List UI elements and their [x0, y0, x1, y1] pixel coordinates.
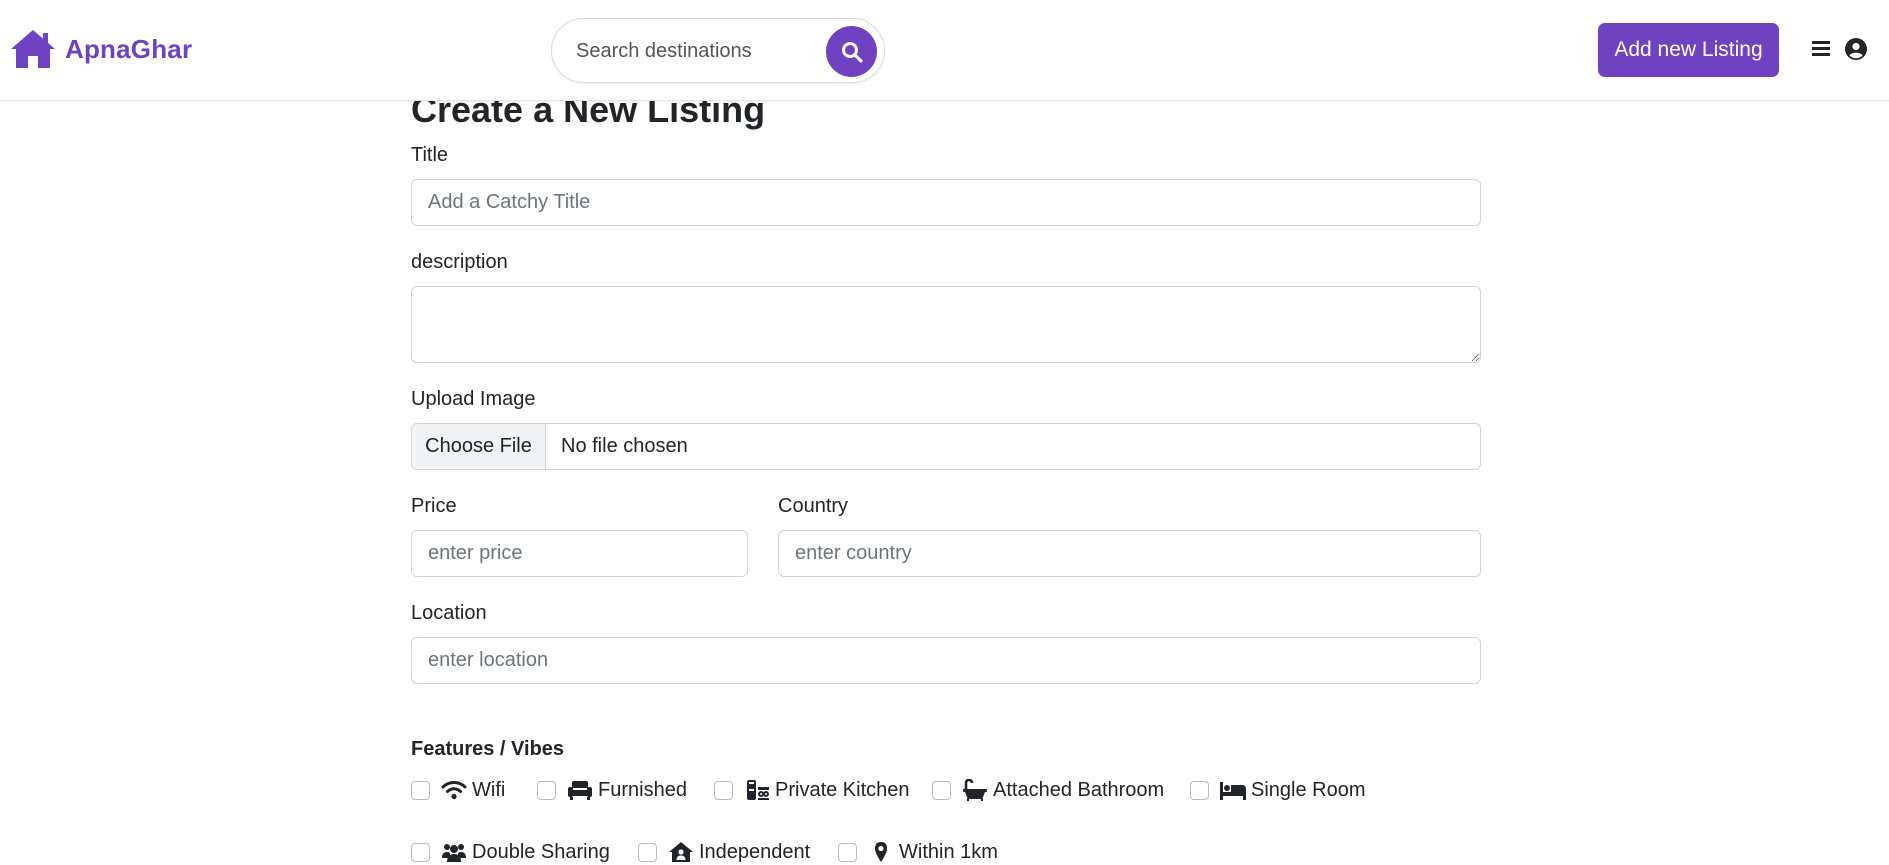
location-input[interactable] — [411, 637, 1481, 684]
house-icon — [11, 30, 55, 68]
wifi-checkbox[interactable] — [411, 780, 430, 800]
feature-independent[interactable]: Independent — [638, 839, 810, 865]
hamburger-menu-icon[interactable] — [1812, 40, 1830, 57]
feature-within-1km[interactable]: Within 1km — [838, 839, 998, 865]
feature-furnished[interactable]: Furnished — [537, 777, 687, 803]
location-label: Location — [411, 602, 487, 624]
file-status: No file chosen — [561, 435, 688, 457]
search-input[interactable] — [576, 33, 806, 69]
search-button[interactable] — [826, 26, 877, 77]
brand-link[interactable]: ApnaGhar — [10, 28, 192, 70]
independent-checkbox[interactable] — [638, 842, 657, 862]
upload-image-label: Upload Image — [411, 388, 536, 410]
bath-icon — [963, 779, 987, 801]
price-label: Price — [411, 495, 457, 517]
feature-attached-bathroom[interactable]: Attached Bathroom — [932, 777, 1164, 803]
feature-private-kitchen[interactable]: Private Kitchen — [714, 777, 910, 803]
within-1km-checkbox[interactable] — [838, 842, 857, 862]
navbar: ApnaGhar Add new Listing — [0, 0, 1889, 101]
title-input[interactable] — [411, 179, 1481, 226]
add-new-listing-button[interactable]: Add new Listing — [1598, 23, 1779, 77]
feature-single-room[interactable]: Single Room — [1190, 777, 1366, 803]
feature-label: Single Room — [1251, 778, 1366, 801]
title-label: Title — [411, 144, 449, 166]
feature-label: Wifi — [472, 778, 506, 801]
furnished-checkbox[interactable] — [537, 780, 556, 800]
single-room-checkbox[interactable] — [1190, 780, 1209, 800]
couch-icon — [568, 781, 592, 800]
private-kitchen-checkbox[interactable] — [714, 780, 733, 800]
search-bar — [551, 18, 885, 83]
bed-icon — [1220, 782, 1246, 800]
feature-wifi[interactable]: Wifi — [411, 777, 505, 803]
features-heading: Features / Vibes — [411, 738, 565, 760]
description-textarea[interactable] — [411, 286, 1481, 363]
user-circle-icon[interactable] — [1845, 38, 1867, 60]
kitchen-icon — [747, 780, 769, 800]
feature-label: Independent — [699, 840, 811, 863]
country-input[interactable] — [778, 530, 1481, 577]
feature-label: Furnished — [598, 778, 687, 801]
country-label: Country — [778, 495, 849, 517]
file-input[interactable]: Choose File No file chosen — [411, 423, 1481, 470]
description-label: description — [411, 251, 508, 273]
attached-bathroom-checkbox[interactable] — [932, 780, 951, 800]
feature-label: Private Kitchen — [775, 778, 910, 801]
feature-label: Within 1km — [899, 840, 998, 863]
feature-label: Double Sharing — [472, 840, 610, 863]
feature-double-sharing[interactable]: Double Sharing — [411, 839, 610, 865]
house-user-icon — [669, 842, 693, 862]
users-icon — [442, 844, 466, 862]
brand-name: ApnaGhar — [65, 33, 193, 64]
double-sharing-checkbox[interactable] — [411, 842, 430, 862]
search-icon — [841, 41, 863, 63]
feature-label: Attached Bathroom — [993, 778, 1165, 801]
wifi-icon — [441, 781, 467, 800]
map-pin-icon — [875, 842, 887, 862]
choose-file-button[interactable]: Choose File — [412, 424, 546, 469]
price-input[interactable] — [411, 530, 748, 577]
